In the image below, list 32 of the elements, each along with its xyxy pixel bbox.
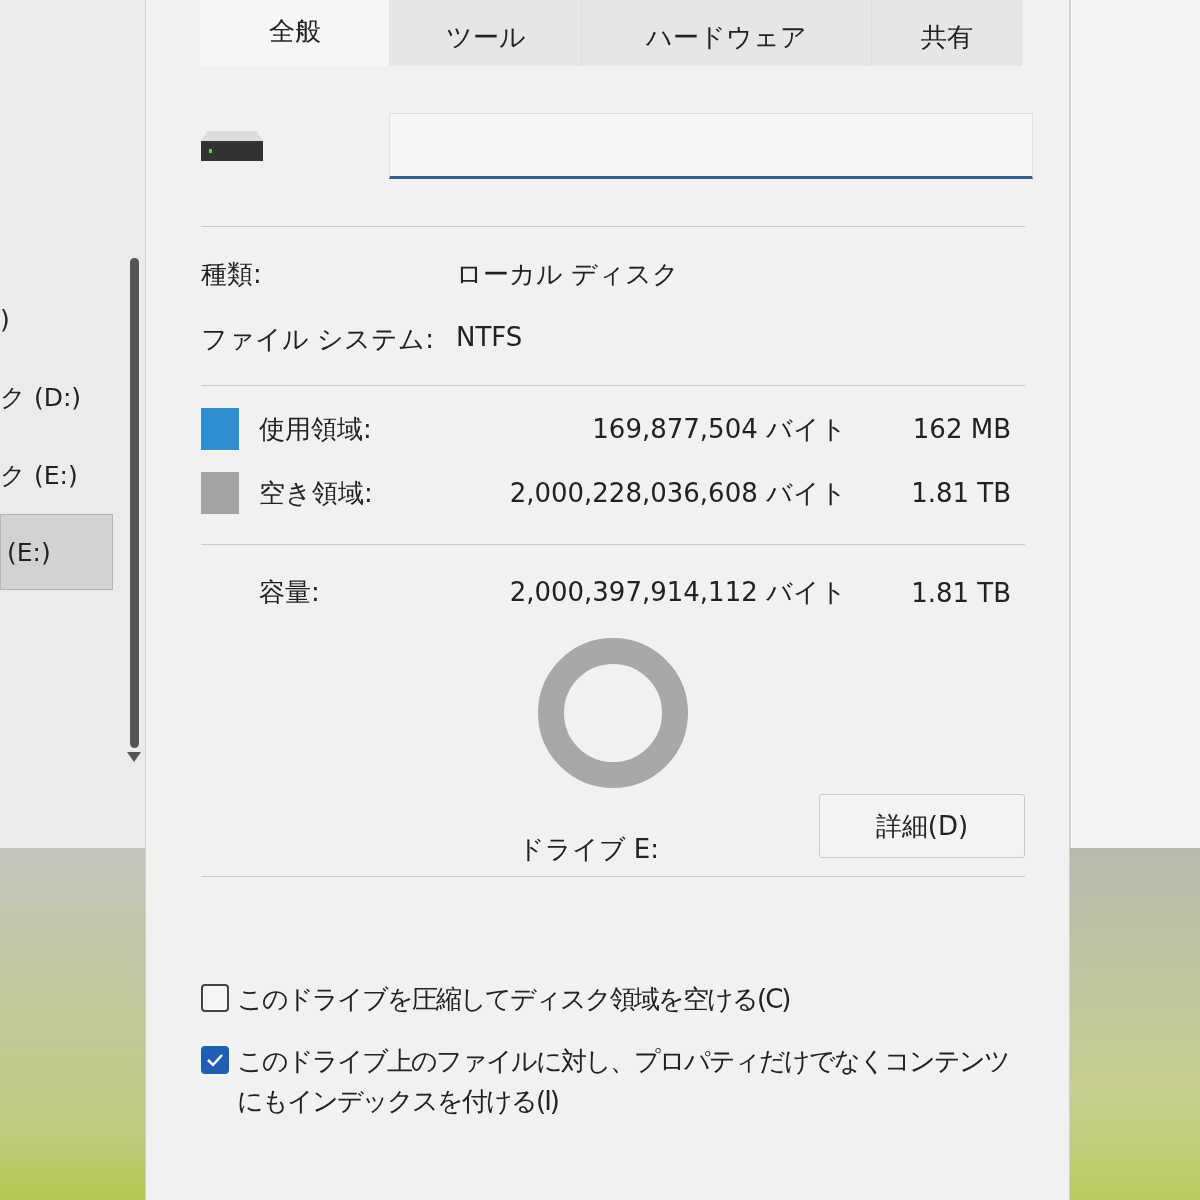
byte-count: 169,877,504 バイト — [591, 412, 848, 446]
tab[interactable]: ツール — [390, 0, 582, 66]
nav-item[interactable]: ク (E:) — [0, 436, 113, 514]
nav-item[interactable]: ク (D:) — [0, 358, 113, 436]
field-label: 種類: — [201, 258, 263, 291]
drive-label: ドライブ E: — [516, 832, 660, 866]
details-button[interactable]: 詳細(D) — [819, 794, 1025, 858]
scrollbar-thumb[interactable] — [129, 258, 139, 748]
usage-label: 空き領域: — [259, 476, 374, 510]
size-value: 162 MB — [911, 414, 1012, 444]
field-value: NTFS — [456, 322, 524, 354]
checkbox-label: このドライブを圧縮してディスク領域を空ける(C) — [237, 983, 790, 1016]
field-value: ローカル ディスク — [456, 258, 681, 291]
tab[interactable]: 全般 — [200, 0, 390, 66]
checkbox[interactable] — [201, 1046, 229, 1074]
checkbox[interactable] — [201, 984, 229, 1012]
byte-count: 2,000,397,914,112 バイト — [508, 576, 848, 609]
checkbox-label: このドライブ上のファイルに対し、プロパティだけでなくコンテンツにもインデックスを付ける(I) — [237, 1045, 1010, 1118]
usage-label: 使用領域: — [259, 412, 373, 446]
drive-name-field[interactable] — [389, 113, 1033, 179]
check-icon — [206, 1053, 224, 1067]
capacity-label: 容量: — [259, 576, 321, 609]
size-value: 1.81 TB — [910, 478, 1012, 508]
field-label: ファイル システム: — [201, 323, 435, 356]
nav-item[interactable]: (E:) — [0, 514, 113, 590]
tab[interactable]: 共有 — [872, 0, 1022, 66]
tab[interactable]: ハードウェア — [582, 0, 872, 66]
scroll-down-icon[interactable] — [127, 752, 141, 762]
drive-icon — [201, 131, 263, 161]
nav-item[interactable]: ) — [0, 280, 113, 358]
size-value: 1.81 TB — [910, 577, 1012, 608]
byte-count: 2,000,228,036,608 バイト — [508, 476, 848, 510]
